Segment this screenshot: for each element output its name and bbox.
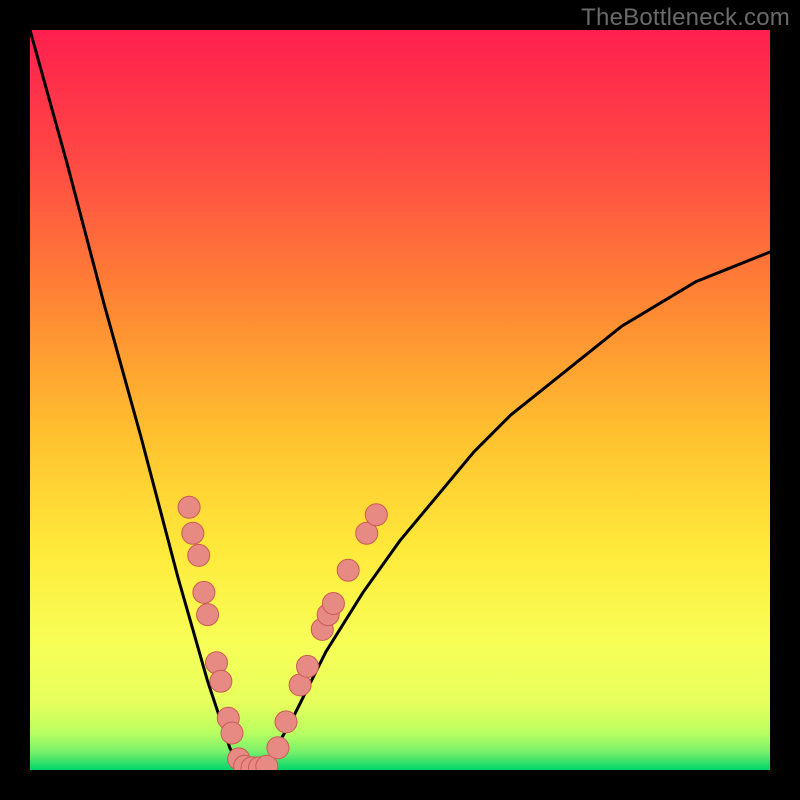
data-point <box>275 711 297 733</box>
data-point <box>197 604 219 626</box>
data-point <box>182 522 204 544</box>
data-points <box>178 496 387 770</box>
data-point <box>267 737 289 759</box>
data-point <box>297 655 319 677</box>
data-point <box>337 559 359 581</box>
data-point <box>188 544 210 566</box>
data-point <box>221 722 243 744</box>
data-point <box>210 670 232 692</box>
bottleneck-curve <box>30 30 770 770</box>
watermark-text: TheBottleneck.com <box>581 4 790 32</box>
data-point <box>365 504 387 526</box>
plot-area <box>30 30 770 770</box>
chart-frame: TheBottleneck.com <box>0 0 800 800</box>
data-point <box>178 496 200 518</box>
data-point <box>193 581 215 603</box>
chart-svg <box>30 30 770 770</box>
data-point <box>322 593 344 615</box>
